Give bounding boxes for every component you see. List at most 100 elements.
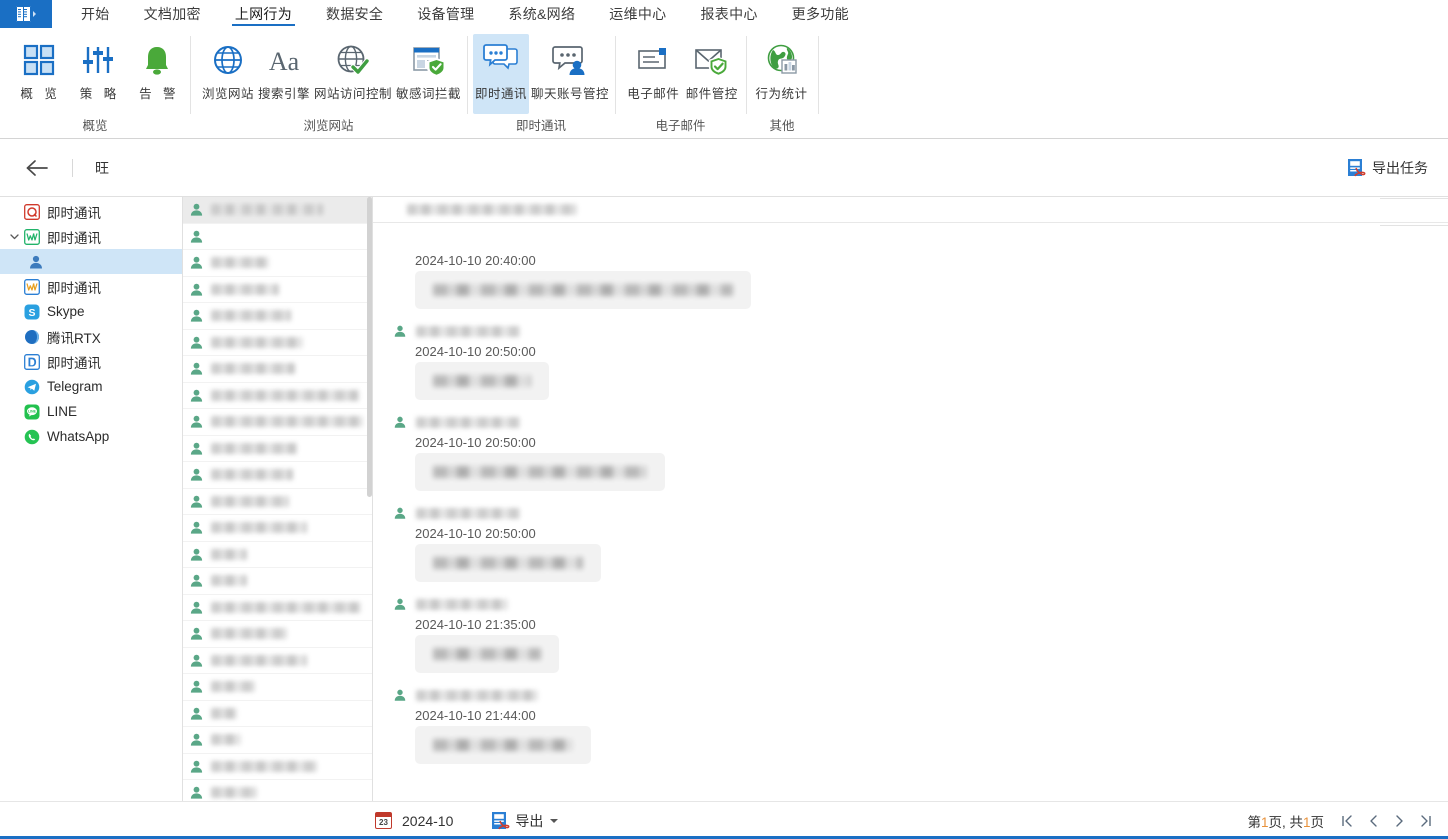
contact-list[interactable] [183, 197, 373, 801]
menu-tab-device-mgmt[interactable]: 设备管理 [400, 0, 491, 28]
contact-list-item[interactable] [183, 383, 372, 409]
contact-list-scrollbar[interactable] [367, 197, 372, 801]
ribbon-button-overview[interactable]: 概 览 [12, 34, 65, 104]
pager-prefix: 第 [1247, 814, 1261, 830]
back-arrow-icon[interactable] [22, 153, 52, 183]
export-button[interactable]: 导出 [491, 811, 559, 831]
tree-node-whatsapp[interactable]: WhatsApp [0, 424, 182, 449]
chat-message: 2024-10-10 20:50:00 [373, 502, 1448, 593]
contact-name-redacted [211, 654, 307, 666]
tree-node-line[interactable]: LINE LINE [0, 399, 182, 424]
contact-list-item[interactable] [183, 754, 372, 780]
contact-list-item[interactable] [183, 330, 372, 356]
ribbon-button-sensitive-word-block[interactable]: 敏感词拦截 [394, 34, 463, 104]
export-task-button[interactable]: 导出任务 [1347, 158, 1434, 178]
contact-list-item[interactable] [183, 224, 372, 250]
contact-list-item[interactable] [183, 568, 372, 595]
avatar [189, 388, 204, 403]
pagination-last-button[interactable] [1414, 809, 1436, 833]
ribbon-button-search-engine[interactable]: Aa 搜索引擎 [256, 34, 312, 104]
ribbon-button-policy[interactable]: 策 略 [71, 34, 124, 104]
avatar [189, 679, 204, 694]
contact-list-item[interactable] [183, 489, 372, 515]
dingtalk-icon [22, 353, 42, 370]
avatar [189, 732, 204, 747]
font-aa-icon: Aa [264, 38, 304, 82]
chat-message-time: 2024-10-10 20:50:00 [415, 526, 536, 541]
menu-tab-system-network[interactable]: 系统&网络 [491, 0, 592, 28]
contact-list-item[interactable] [183, 303, 372, 330]
tree-node-qq[interactable]: 即时通讯 [0, 199, 182, 224]
contact-list-item[interactable] [183, 277, 372, 303]
pager-middle: 页, 共 [1268, 814, 1303, 830]
contact-list-item[interactable] [183, 648, 372, 674]
pagination-text: 第1页, 共1页 [1247, 811, 1324, 831]
chat-message-time: 2024-10-10 20:40:00 [415, 253, 536, 268]
pagination-next-button[interactable] [1388, 809, 1410, 833]
tree-node-telegram[interactable]: Telegram [0, 374, 182, 399]
menu-tab-doc-encrypt[interactable]: 文档加密 [127, 0, 218, 28]
footer-date[interactable]: 2024-10 [402, 813, 453, 829]
tree-node-tencent-rtx[interactable]: 腾讯RTX [0, 324, 182, 349]
menu-tab-more[interactable]: 更多功能 [775, 0, 866, 28]
menu-tab-data-security[interactable]: 数据安全 [309, 0, 400, 28]
contact-list-item[interactable] [183, 409, 372, 436]
tree-node-label: Telegram [47, 379, 103, 394]
tree-node-label: WhatsApp [47, 429, 110, 444]
chat-sender-redacted [416, 325, 520, 337]
contact-name-redacted [211, 734, 241, 746]
tree-node-skype[interactable]: S Skype [0, 299, 182, 324]
app-logo-button[interactable] [0, 0, 52, 28]
chevron-down-icon[interactable] [6, 231, 22, 242]
avatar [189, 785, 204, 800]
contact-name-redacted [211, 548, 247, 560]
avatar [189, 255, 204, 270]
ribbon-button-behavior-stats[interactable]: 行为统计 [751, 34, 812, 104]
contact-list-item[interactable] [183, 621, 372, 648]
contact-list-item[interactable] [183, 436, 372, 462]
ribbon-group-title: 概览 [82, 119, 108, 133]
ribbon-group-title: 电子邮件 [655, 119, 706, 133]
chat-message-scroll[interactable]: 2024-10-10 20:40:00 2024-10-10 20:50:00 [373, 223, 1448, 801]
ribbon-button-email[interactable]: 电子邮件 [625, 34, 682, 104]
contact-list-item[interactable] [183, 356, 372, 383]
calendar-icon[interactable]: 23 [375, 812, 392, 829]
contact-list-item[interactable] [183, 674, 372, 701]
contact-list-item[interactable] [183, 595, 372, 621]
ribbon-button-browse-site[interactable]: 浏览网站 [200, 34, 256, 104]
menu-items: 开始 文档加密 上网行为 数据安全 设备管理 系统&网络 运维中心 报表中心 更… [52, 0, 866, 28]
contact-name-redacted [211, 442, 297, 454]
wechat-work-icon [22, 228, 42, 245]
contact-name-redacted [211, 707, 237, 719]
calendar-day: 23 [379, 818, 388, 827]
menu-tab-start[interactable]: 开始 [64, 0, 127, 28]
contact-list-item[interactable] [183, 515, 372, 542]
contact-list-item[interactable] [183, 197, 372, 224]
tree-node-user-selected[interactable] [0, 249, 182, 274]
ribbon-group-title: 浏览网站 [303, 119, 354, 133]
contact-list-item[interactable] [183, 462, 372, 489]
menu-tab-ops-center[interactable]: 运维中心 [592, 0, 683, 28]
ribbon-button-chat-account-control[interactable]: 聊天账号管控 [529, 34, 611, 104]
tree-node-wechat[interactable]: 即时通讯 [0, 274, 182, 299]
ribbon-button-email-control[interactable]: 邮件管控 [684, 34, 741, 104]
tree-node-wechat-work[interactable]: 即时通讯 [0, 224, 182, 249]
avatar [189, 282, 204, 297]
ribbon-button-instant-messaging[interactable]: 即时通讯 [473, 34, 530, 114]
contact-list-item[interactable] [183, 701, 372, 727]
ribbon-button-site-access-control[interactable]: 网站访问控制 [312, 34, 394, 104]
contact-list-item[interactable] [183, 542, 372, 568]
contact-name-redacted [211, 601, 361, 613]
contact-name-redacted [211, 522, 307, 534]
tree-node-label: 即时通讯 [47, 355, 101, 371]
contact-list-item[interactable] [183, 250, 372, 277]
tree-node-dingtalk[interactable]: 即时通讯 [0, 349, 182, 374]
telegram-icon [22, 379, 42, 395]
ribbon-button-alert[interactable]: 告 警 [131, 34, 184, 104]
pagination-first-button[interactable] [1336, 809, 1358, 833]
contact-list-item[interactable] [183, 727, 372, 754]
menu-tab-internet-behavior[interactable]: 上网行为 [218, 0, 309, 28]
pagination-prev-button[interactable] [1362, 809, 1384, 833]
contact-list-item[interactable] [183, 780, 372, 801]
menu-tab-report-center[interactable]: 报表中心 [683, 0, 774, 28]
